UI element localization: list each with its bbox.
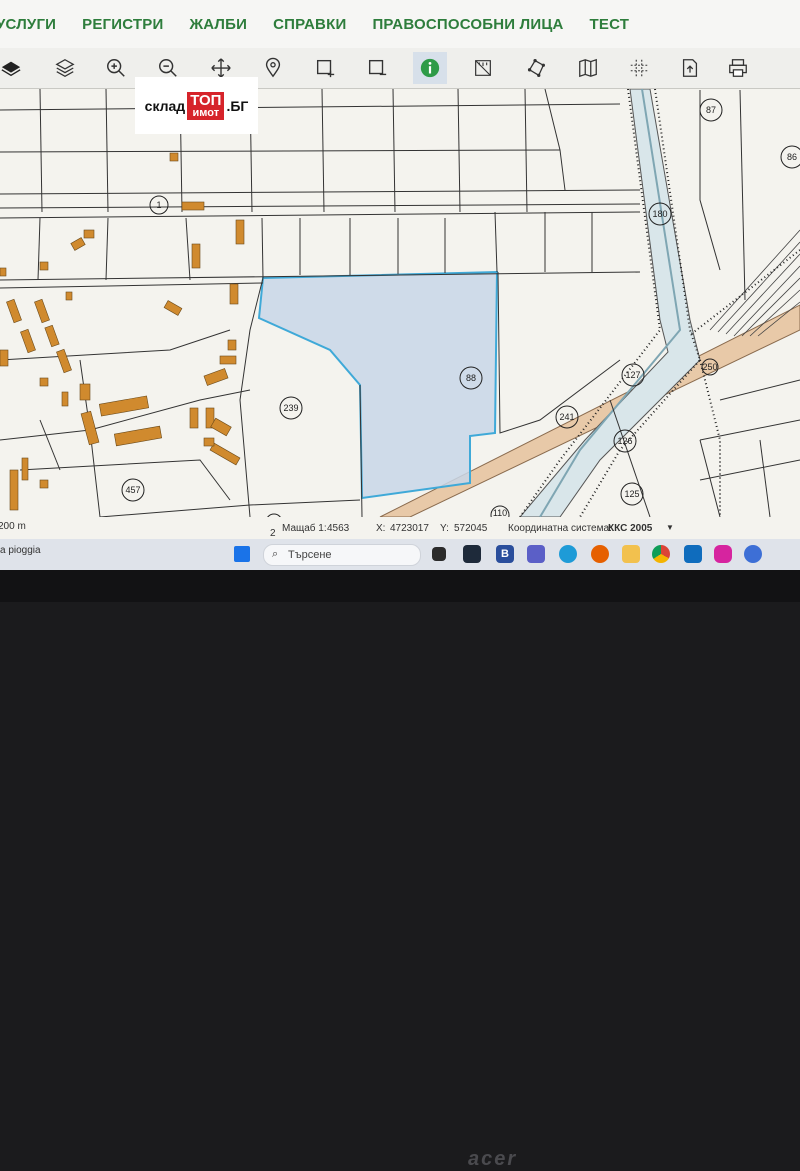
pan-icon xyxy=(211,58,231,78)
file-explorer-icon[interactable] xyxy=(622,545,640,563)
parcel-label-88: 88 xyxy=(466,373,476,383)
x-coord-value: 4723017 xyxy=(390,523,429,534)
location-button[interactable] xyxy=(256,52,290,84)
export-icon xyxy=(682,59,698,77)
menu-reports[interactable]: СПРАВКИ xyxy=(273,16,346,33)
grid-button[interactable] xyxy=(622,52,656,84)
parcel-label-1: 1 xyxy=(156,200,161,210)
menu-licensed-persons[interactable]: ПРАВОСПОСОБНИ ЛИЦА xyxy=(372,16,563,33)
print-icon xyxy=(729,59,747,77)
brand-word-1: склад xyxy=(144,97,186,114)
y-coord-label: Y: xyxy=(440,523,449,534)
monitor-brand: acer xyxy=(468,1148,518,1170)
mail-icon[interactable] xyxy=(684,545,702,563)
export-button[interactable] xyxy=(673,52,707,84)
app-b-icon[interactable]: B xyxy=(496,545,514,563)
map-toolbar xyxy=(0,48,800,89)
edge-icon[interactable] xyxy=(559,545,577,563)
firefox-icon[interactable] xyxy=(591,545,609,563)
draw-rectangle-button[interactable] xyxy=(308,52,342,84)
monitor-screen: УСЛУГИ РЕГИСТРИ ЖАЛБИ СПРАВКИ ПРАВОСПОСО… xyxy=(0,0,800,570)
scale-bar-label: 200 m xyxy=(0,521,26,532)
grid-icon xyxy=(630,59,648,77)
chevron-down-icon[interactable]: ▼ xyxy=(666,523,674,532)
brand-box: ТОП имот xyxy=(187,91,225,120)
parcel-label-180: 180 xyxy=(652,209,667,219)
parcel-label-2: 2 xyxy=(270,528,276,539)
location-pin-icon xyxy=(265,57,281,78)
task-view-icon[interactable] xyxy=(432,547,446,561)
menu-services[interactable]: УСЛУГИ xyxy=(0,16,56,33)
layers-stack-button[interactable] xyxy=(48,52,82,84)
parcel-label-127: 127 xyxy=(625,370,640,380)
map-icon xyxy=(579,58,597,78)
parcel-label-250: 250 xyxy=(702,362,717,372)
x-coord-label: X: xyxy=(376,523,386,534)
draw-rectangle-icon xyxy=(316,59,335,78)
app-icon[interactable] xyxy=(463,545,481,563)
weather-label: a pioggia xyxy=(0,545,41,556)
measure-area-icon xyxy=(527,59,545,77)
search-icon: ⌕ xyxy=(272,548,279,560)
map-statusbar: 200 m 2 Мащаб 1: 4563 X: 4723017 Y: 5720… xyxy=(0,517,800,539)
info-button[interactable] xyxy=(413,52,447,84)
menu-test[interactable]: ТЕСТ xyxy=(590,16,630,33)
parcel-label-239: 239 xyxy=(283,403,298,413)
measure-area-button[interactable] xyxy=(519,52,553,84)
crs-label: Координатна система: xyxy=(508,523,612,534)
layers-button[interactable] xyxy=(0,52,28,84)
map-view-button[interactable] xyxy=(571,52,605,84)
parcel-label-125: 125 xyxy=(624,489,639,499)
remove-rectangle-icon xyxy=(368,59,387,76)
parcel-label-126: 126 xyxy=(617,436,632,446)
info-icon xyxy=(420,58,440,78)
parcel-label-457: 457 xyxy=(125,485,140,495)
parcel-label-87: 87 xyxy=(706,105,716,115)
y-coord-value: 572045 xyxy=(454,523,488,534)
scale-value: 4563 xyxy=(327,523,350,534)
layers-stack-icon xyxy=(55,59,75,77)
windows-taskbar: ⌕ Търсене B xyxy=(0,539,800,570)
measure-distance-button[interactable] xyxy=(466,52,500,84)
brand-box-line2: имот xyxy=(192,106,220,119)
print-button[interactable] xyxy=(721,52,755,84)
brand-word-2: .БГ xyxy=(226,97,249,114)
instagram-icon[interactable] xyxy=(714,545,732,563)
phone-link-icon[interactable] xyxy=(744,545,762,563)
chrome-icon[interactable] xyxy=(652,545,670,563)
teams-icon[interactable] xyxy=(527,545,545,563)
parcel-label-110: 110 xyxy=(493,508,507,517)
main-menu: УСЛУГИ РЕГИСТРИ ЖАЛБИ СПРАВКИ ПРАВОСПОСО… xyxy=(0,0,800,48)
parcel-label-86: 86 xyxy=(787,152,797,162)
zoom-in-icon xyxy=(107,59,125,77)
crs-select[interactable]: ККС 2005 xyxy=(608,523,652,534)
search-placeholder: Търсене xyxy=(288,549,332,561)
taskbar-search[interactable]: ⌕ Търсене xyxy=(263,544,421,566)
scale-label: Мащаб 1: xyxy=(282,523,327,534)
monitor-bezel: acer xyxy=(0,570,800,1170)
cadastral-map[interactable]: 87 86 1 180 88 239 250 127 241 126 125 4… xyxy=(0,89,800,517)
zoom-out-icon xyxy=(159,59,177,77)
zoom-in-button[interactable] xyxy=(99,52,133,84)
menu-complaints[interactable]: ЖАЛБИ xyxy=(189,16,247,33)
brand-box-line1: ТОП xyxy=(190,91,222,109)
brand-logo: склад ТОП имот .БГ xyxy=(135,77,258,134)
remove-rectangle-button[interactable] xyxy=(360,52,394,84)
layers-icon xyxy=(1,61,21,77)
windows-icon[interactable] xyxy=(234,546,250,562)
measure-distance-icon xyxy=(475,60,491,76)
parcel-label-241: 241 xyxy=(559,412,574,422)
menu-registers[interactable]: РЕГИСТРИ xyxy=(82,16,163,33)
